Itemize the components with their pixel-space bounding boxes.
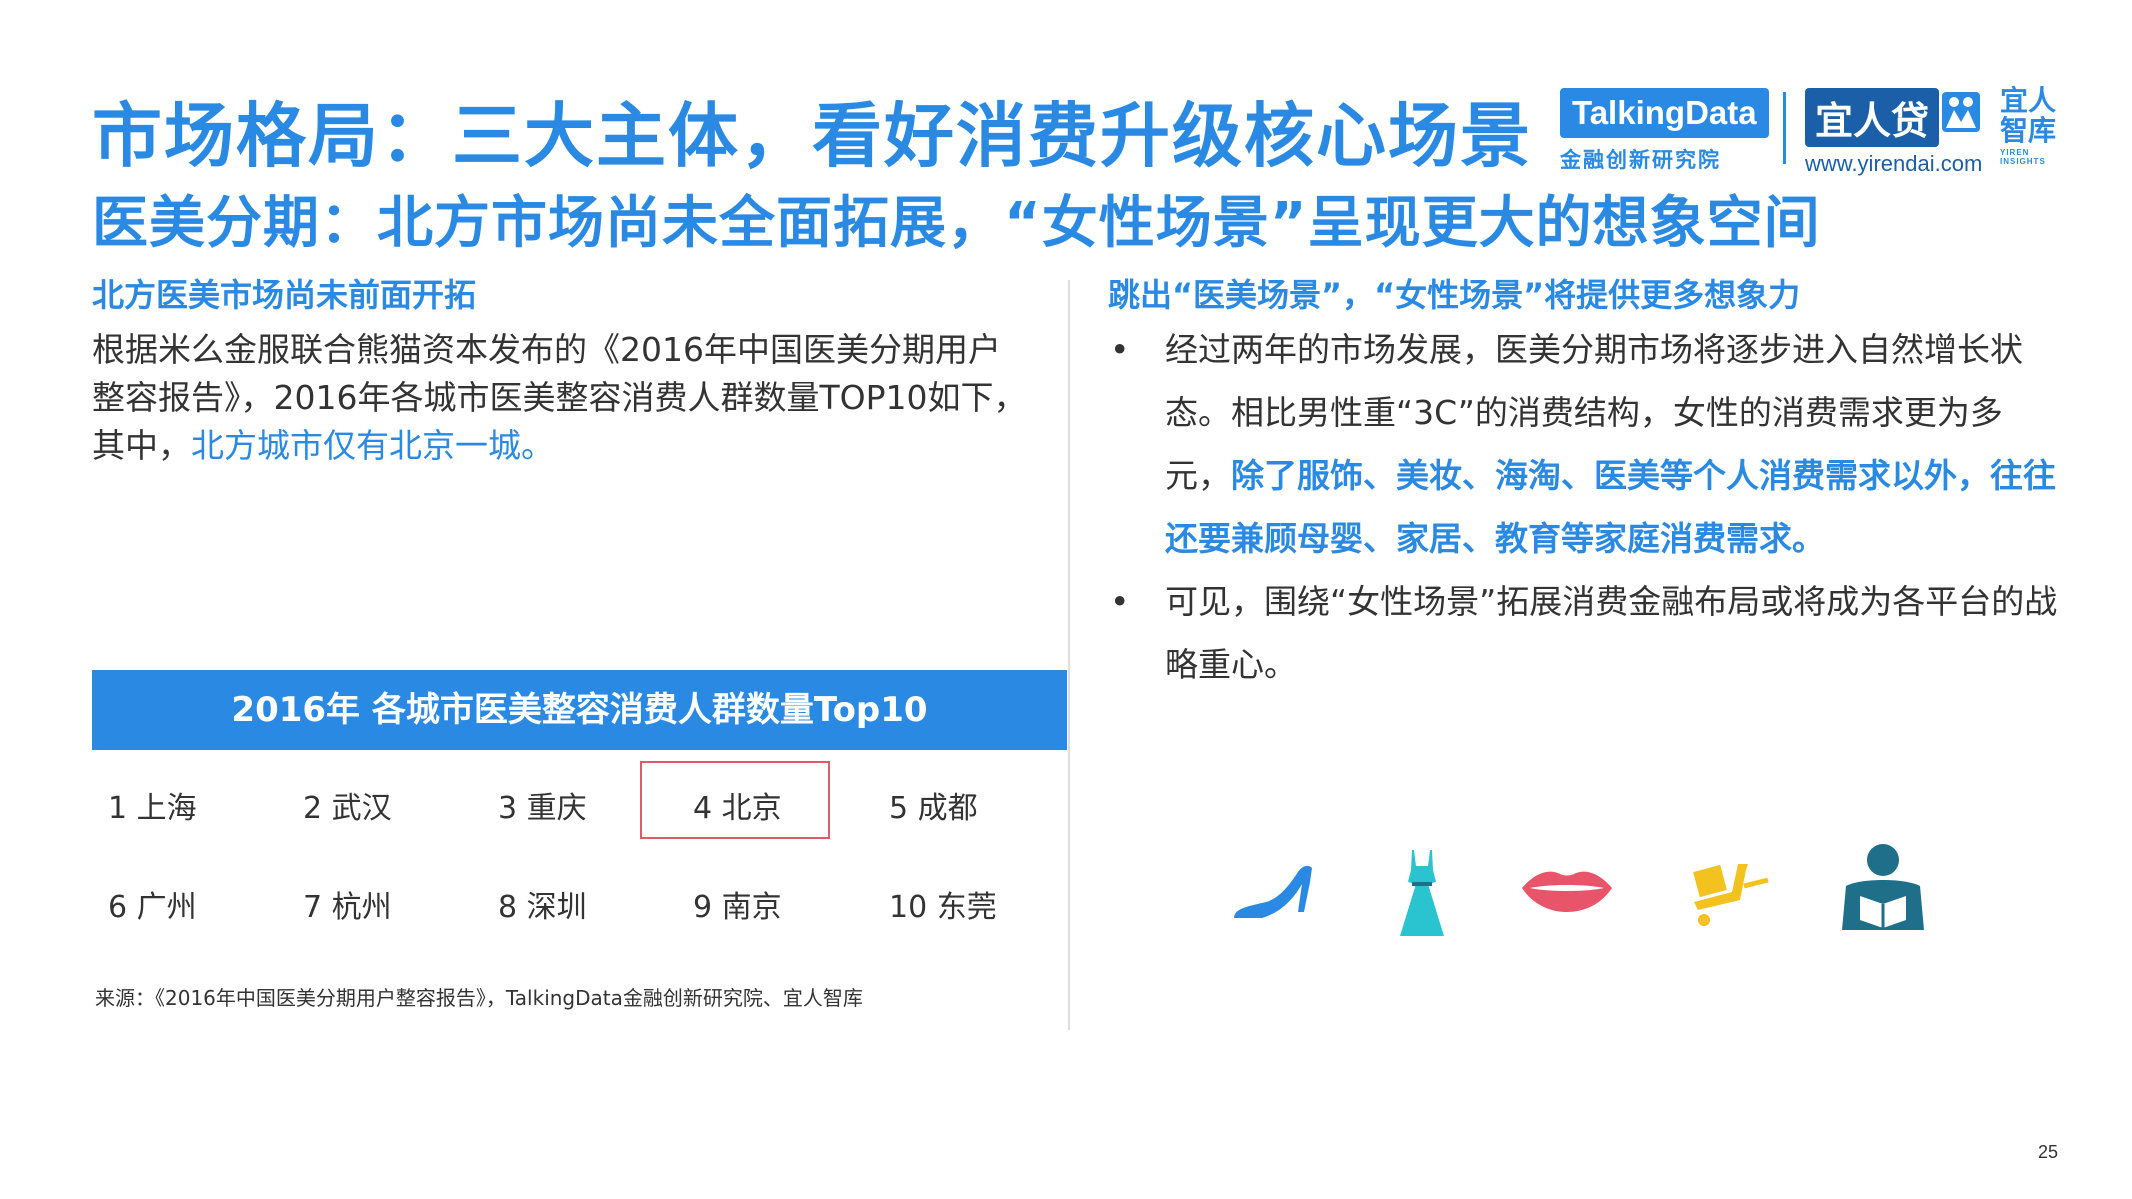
talkingdata-logo-subtitle: 金融创新研究院 <box>1560 148 1721 172</box>
yiren-zhiku-logo: 宜人智库 YIREN INSIGHTS <box>2000 84 2060 167</box>
city-cell: 3 重庆 <box>498 791 587 826</box>
city-cell: 9 南京 <box>693 890 782 925</box>
zhiku-logo-english: YIREN INSIGHTS <box>2000 148 2046 166</box>
dress-icon <box>1400 850 1444 936</box>
city-cell: 1 上海 <box>108 791 197 826</box>
city-cell: 7 杭州 <box>303 890 392 925</box>
right-section-heading: 跳出“医美场景”，“女性场景”将提供更多想象力 <box>1108 276 1801 314</box>
bullet-item: • 可见，围绕“女性场景”拓展消费金融布局或将成为各平台的战略重心。 <box>1108 570 2068 696</box>
shopping-cart-icon <box>1693 864 1769 926</box>
talkingdata-logo-text: TalkingData <box>1560 88 1769 138</box>
column-divider <box>1068 280 1070 1030</box>
zhiku-logo-text: 宜人智库 <box>2000 84 2057 147</box>
page-subtitle: 医美分期：北方市场尚未全面拓展，“女性场景”呈现更大的想象空间 <box>92 191 1821 256</box>
talkingdata-logo: TalkingData 金融创新研究院 <box>1560 88 1769 174</box>
left-paragraph: 根据米么金服联合熊猫资本发布的《2016年中国医美分期用户整容报告》，2016年… <box>92 326 1032 470</box>
bullet-text: 可见，围绕“女性场景”拓展消费金融布局或将成为各平台的战略重心。 <box>1165 582 2058 684</box>
bullet-item: • 经过两年的市场发展，医美分期市场将逐步进入自然增长状态。相比男性重“3C”的… <box>1108 318 2068 570</box>
reading-person-icon <box>1842 844 1924 930</box>
bullet-dot: • <box>1110 582 1130 621</box>
left-paragraph-highlight: 北方城市仅有北京一城。 <box>191 426 554 465</box>
page-number: 25 <box>2038 1142 2059 1162</box>
left-section-heading: 北方医美市场尚未前面开拓 <box>92 276 477 314</box>
city-cell-highlighted: 4 北京 <box>693 791 782 826</box>
lips-icon <box>1522 871 1612 912</box>
bullet-bold-text: 除了服饰、美妆、海淘、医美等个人消费需求以外，往往还要兼顾母婴、家居、教育等家庭… <box>1165 456 2056 558</box>
page-title: 市场格局：三大主体，看好消费升级核心场景 <box>92 95 1532 177</box>
high-heel-icon <box>1234 865 1312 918</box>
bullet-list: • 经过两年的市场发展，医美分期市场将逐步进入自然增长状态。相比男性重“3C”的… <box>1108 318 2068 696</box>
city-cell: 8 深圳 <box>498 890 587 925</box>
city-cell: 5 成都 <box>889 791 978 826</box>
yirendai-website: www.yirendai.com <box>1805 151 1983 176</box>
logo-divider <box>1783 92 1786 164</box>
city-table-title: 2016年 各城市医美整容消费人群数量Top10 <box>92 670 1067 750</box>
city-cell: 2 武汉 <box>303 791 392 826</box>
yirendai-logo-text: 宜人贷 <box>1805 88 1940 147</box>
source-note: 来源：《2016年中国医美分期用户整容报告》，TalkingData金融创新研究… <box>95 986 863 1010</box>
city-cell: 10 东莞 <box>889 890 997 925</box>
bullet-dot: • <box>1110 330 1130 369</box>
city-cell: 6 广州 <box>108 890 197 925</box>
yirendai-people-icon <box>1942 92 1980 132</box>
